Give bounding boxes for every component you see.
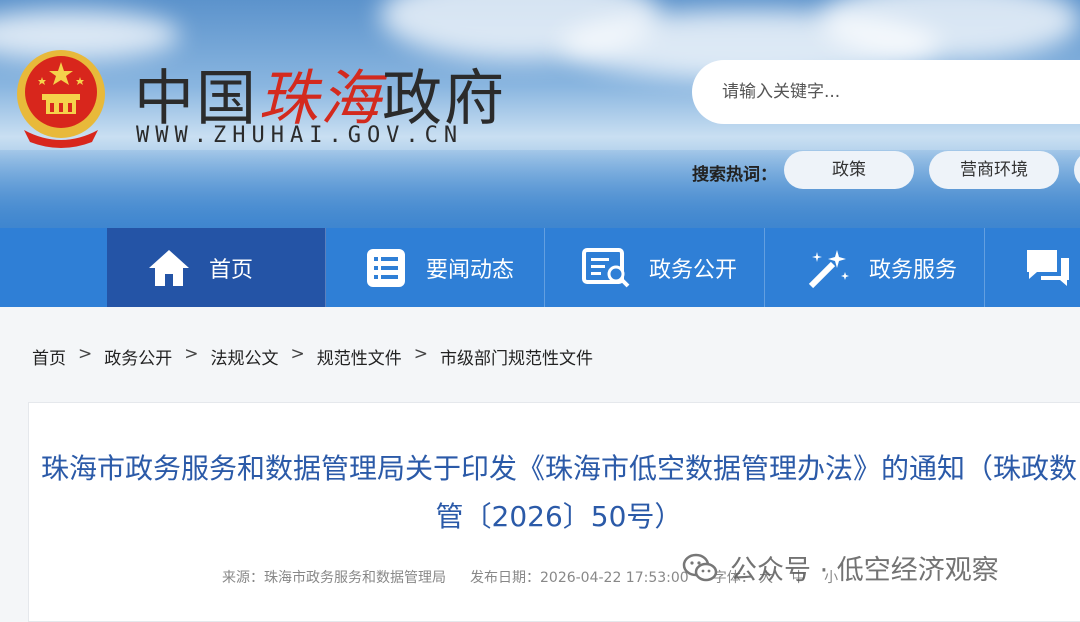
article-title: 珠海市政务服务和数据管理局关于印发《珠海市低空数据管理办法》的通知（珠政数管〔2… (40, 452, 1077, 533)
home-icon (149, 249, 189, 286)
date-value: 2026-04-22 17:53:00 (540, 570, 689, 586)
breadcrumb-item-home[interactable]: 首页 (32, 344, 66, 369)
breadcrumb-item-gov-affairs-open[interactable]: 政务公开 (104, 344, 172, 369)
article-card: 珠海市政务服务和数据管理局关于印发《珠海市低空数据管理办法》的通知（珠政数管〔2… (28, 402, 1080, 622)
breadcrumb-item-regulations[interactable]: 法规公文 (211, 344, 279, 369)
news-list-icon (367, 248, 405, 287)
nav-item-label: 政务公开 (649, 257, 738, 283)
breadcrumb: 首页 > 政务公开 > 法规公文 > 规范性文件 > 市级部门规范性文件 (32, 344, 593, 369)
nav-item-label: 政务服务 (869, 257, 958, 283)
wechat-icon (682, 553, 718, 581)
hot-tag-policy[interactable]: 政策 (784, 151, 914, 189)
document-search-icon (582, 247, 630, 287)
nav-item-gov-affairs-open[interactable]: 政务公开 (545, 228, 765, 307)
breadcrumb-separator: > (413, 344, 428, 364)
source-value: 珠海市政务服务和数据管理局 (264, 570, 446, 586)
nav-item-gov-services[interactable]: 政务服务 (765, 228, 985, 307)
watermark: 公众号 · 低空经济观察 (682, 548, 999, 587)
article-source: 来源：珠海市政务服务和数据管理局 (222, 567, 446, 587)
nav-item-home[interactable]: 首页 (107, 228, 326, 307)
search-input[interactable] (692, 60, 1022, 124)
hot-search-label: 搜索热词： (692, 165, 777, 185)
nav-item-news[interactable]: 要闻动态 (326, 228, 545, 307)
breadcrumb-separator: > (78, 344, 93, 364)
nav-item-label: 首页 (209, 257, 254, 283)
main-nav: 首页 要闻动态 政务公开 政务服务 (0, 228, 1080, 307)
date-label: 发布日期： (470, 570, 540, 586)
hot-tag-business-environment[interactable]: 营商环境 (929, 151, 1059, 189)
breadcrumb-item-city-dept-docs[interactable]: 市级部门规范性文件 (440, 344, 593, 369)
nav-item-label: 要闻动态 (426, 257, 515, 283)
sea-decoration (0, 150, 1080, 228)
search-box (692, 60, 1080, 124)
site-url: WWW.ZHUHAI.GOV.CN (136, 123, 464, 148)
breadcrumb-separator: > (290, 344, 305, 364)
breadcrumb-separator: > (184, 344, 199, 364)
chat-icon (1027, 249, 1069, 286)
content-area: 首页 > 政务公开 > 法规公文 > 规范性文件 > 市级部门规范性文件 珠海市… (0, 307, 1080, 622)
header-banner: 中国珠海政府 WWW.ZHUHAI.GOV.CN 搜索热词： 政策 营商环境 (0, 0, 1080, 228)
source-label: 来源： (222, 570, 264, 586)
article-date: 发布日期：2026-04-22 17:53:00 (470, 567, 689, 587)
breadcrumb-item-normative-docs[interactable]: 规范性文件 (317, 344, 402, 369)
watermark-text: 公众号 · 低空经济观察 (730, 555, 999, 586)
magic-wand-icon (808, 249, 849, 288)
national-emblem-icon (17, 50, 105, 148)
nav-item-interaction[interactable] (985, 228, 1080, 307)
